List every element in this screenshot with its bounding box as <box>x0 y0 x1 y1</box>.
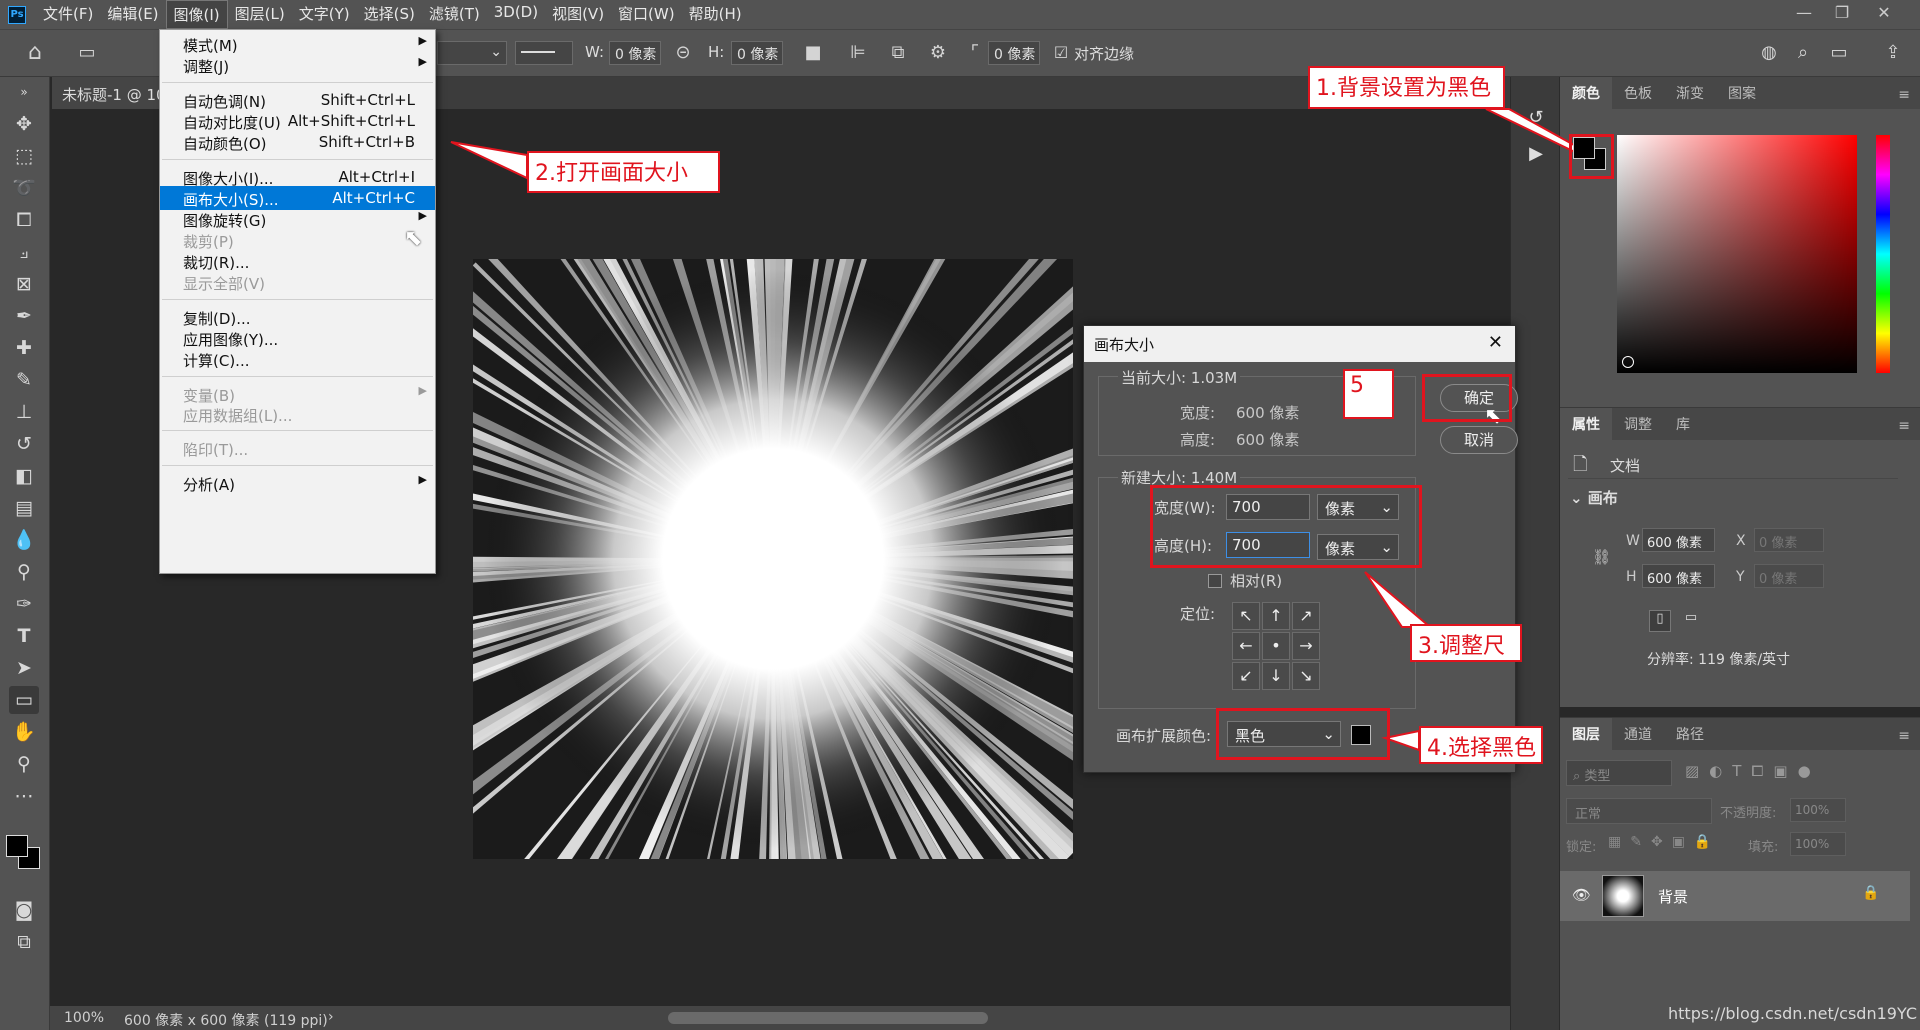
annotation-4: 4.选择黑色 <box>1419 726 1543 764</box>
highlight-ok-button <box>1422 374 1512 422</box>
annotation-arrows <box>450 108 1585 752</box>
annotation-arrow-2 <box>450 141 528 180</box>
foreground-color-swatch[interactable] <box>6 835 28 857</box>
annotation-5: 5 <box>1343 369 1394 419</box>
annotation-2: 2.打开画面大小 <box>527 151 720 193</box>
highlight-size-fields <box>1150 485 1422 568</box>
highlight-extension-color <box>1216 708 1390 760</box>
annotation-arrow-3 <box>1364 571 1433 628</box>
panel-foreground-swatch[interactable] <box>1573 137 1595 159</box>
annotation-3: 3.调整尺 <box>1410 624 1522 662</box>
annotation-arrow-4 <box>1381 729 1420 752</box>
annotation-1: 1.背景设置为黑色 <box>1308 66 1505 109</box>
